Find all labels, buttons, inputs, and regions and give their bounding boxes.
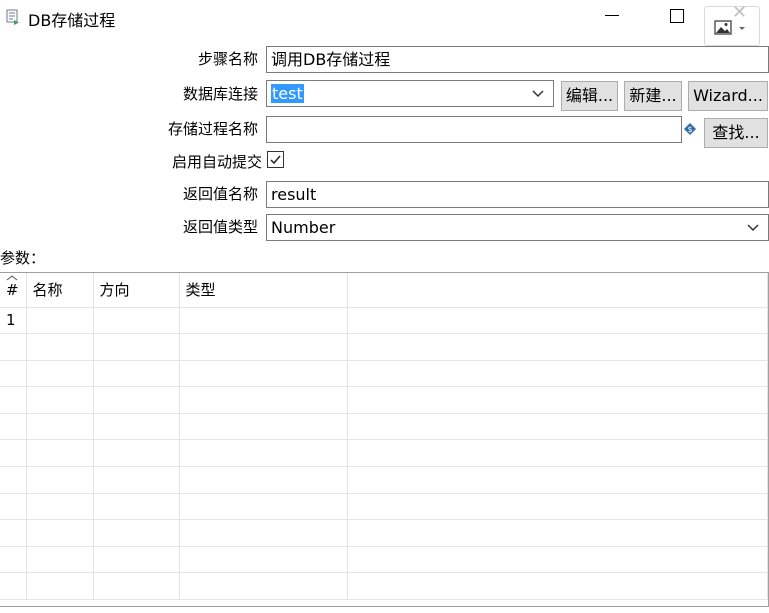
table-row [0, 360, 768, 388]
step-name-label: 步骤名称 [197, 50, 258, 68]
proc-name-input[interactable] [266, 116, 682, 143]
table-row [0, 546, 768, 574]
column-header-type[interactable]: 类型 [179, 273, 348, 308]
column-header-name[interactable]: 名称 [26, 273, 94, 308]
params-table[interactable]: # 名称 方向 类型 1 [0, 272, 769, 607]
chevron-down-icon [532, 90, 544, 98]
column-header-filler [347, 273, 768, 308]
cell-type[interactable] [179, 307, 348, 335]
return-name-input[interactable]: result [266, 181, 769, 208]
chevron-down-icon [747, 224, 759, 232]
close-icon[interactable]: ✕ [732, 4, 747, 22]
table-row [0, 519, 768, 547]
window-title: DB存储过程 [28, 11, 116, 30]
return-name-label: 返回值名称 [182, 185, 258, 203]
connection-label: 数据库连接 [182, 85, 258, 103]
table-row [0, 439, 768, 468]
return-type-label: 返回值类型 [182, 218, 258, 236]
table-row [0, 466, 768, 494]
connection-value: test [271, 84, 304, 103]
row-index: 1 [0, 307, 27, 335]
table-row [0, 386, 768, 414]
table-header-row: # 名称 方向 类型 [0, 273, 768, 308]
table-row [0, 333, 768, 361]
return-type-value: Number [271, 218, 336, 237]
edit-connection-button[interactable]: 编辑... [561, 81, 618, 111]
autocommit-checkbox[interactable] [267, 151, 284, 168]
wizard-button[interactable]: Wizard... [688, 81, 768, 111]
proc-name-label: 存储过程名称 [167, 120, 258, 138]
column-header-direction[interactable]: 方向 [93, 273, 180, 308]
cell-direction[interactable] [93, 307, 180, 335]
return-type-select[interactable]: Number [266, 214, 769, 241]
table-row [0, 572, 768, 601]
step-name-input[interactable]: 调用DB存储过程 [266, 46, 769, 73]
connection-select[interactable]: test [266, 80, 554, 107]
find-button[interactable]: 查找... [704, 118, 768, 148]
column-header-index[interactable]: # [0, 273, 27, 308]
autocommit-label: 启用自动提交 [171, 153, 262, 171]
params-label: 参数： [0, 249, 46, 267]
variable-icon[interactable]: $ [683, 122, 697, 136]
cell-name[interactable] [26, 307, 94, 335]
cell-filler [347, 307, 768, 335]
checkmark-icon [270, 155, 281, 165]
new-connection-button[interactable]: 新建... [624, 81, 682, 111]
table-row [0, 493, 768, 521]
table-row[interactable]: 1 [0, 307, 768, 335]
title-bar: DB存储过程 ✕ [0, 0, 769, 46]
table-row [0, 413, 768, 441]
minimize-button[interactable] [600, 4, 624, 28]
maximize-button[interactable] [664, 4, 688, 28]
db-procedure-icon [6, 9, 19, 25]
svg-text:$: $ [687, 125, 692, 134]
